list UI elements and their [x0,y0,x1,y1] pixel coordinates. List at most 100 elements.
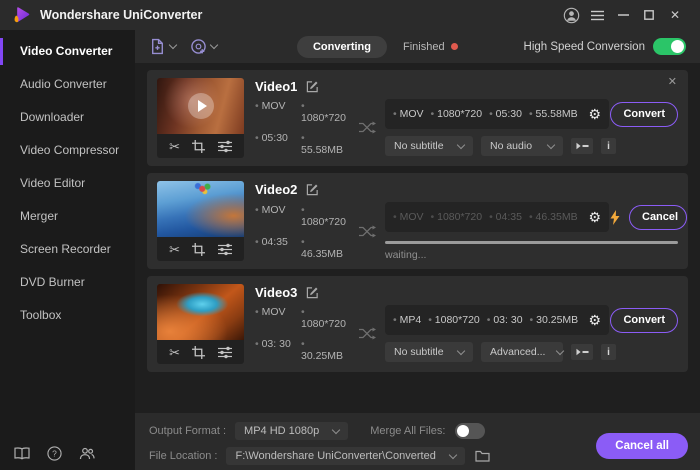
task-row-video3: ✂ Video3 MOV1080*720 [147,276,688,372]
merge-toggle[interactable] [455,423,486,439]
audio-select[interactable]: Advanced... [481,342,565,362]
settings-gear-icon[interactable]: ⚙ [588,107,601,121]
audio-select[interactable]: No audio [481,136,563,156]
sidebar-item-toolbox[interactable]: Toolbox [0,299,135,332]
sidebar-item-screen-recorder[interactable]: Screen Recorder [0,233,135,266]
sidebar-item-video-editor[interactable]: Video Editor [0,167,135,200]
rename-icon[interactable] [306,80,319,93]
file-location-select[interactable]: F:\Wondershare UniConverter\Converted [226,447,465,465]
uniconverter-window: Wondershare UniConverter ✕ Video Convert… [0,0,700,470]
source-info: MOV1080*720 05:3055.58MB [255,100,349,156]
trim-icon[interactable]: ✂ [169,243,180,256]
cancel-button[interactable]: Cancel [629,204,687,230]
community-icon[interactable] [79,447,95,460]
target-format-box[interactable]: MP4 1080*720 03: 30 30.25MB ⚙ [385,305,609,335]
open-folder-icon[interactable] [475,450,490,462]
app-logo-icon [14,7,30,23]
subtitle-select[interactable]: No subtitle [385,342,473,362]
source-info: MOV1080*720 03: 3030.25MB [255,306,349,362]
high-speed-bolt-icon [609,209,621,225]
output-format-select[interactable]: MP4 HD 1080p [235,422,349,440]
sidebar: Video Converter Audio Converter Download… [0,30,135,470]
sidebar-item-video-compressor[interactable]: Video Compressor [0,134,135,167]
video2-thumbnail [157,181,244,237]
merge-all-files-label: Merge All Files: [370,425,446,437]
sidebar-item-dvd-burner[interactable]: DVD Burner [0,266,135,299]
add-from-device-button[interactable] [190,38,219,55]
high-speed-toggle[interactable] [652,38,686,55]
video3-thumbnail [157,284,244,340]
effects-icon[interactable] [217,140,232,153]
subtitle-select[interactable]: No subtitle [385,136,473,156]
progress-bar [385,241,678,244]
task-row-video2: ✂ Video2 MOV1080*720 [147,173,688,269]
menu-icon[interactable] [584,4,610,26]
account-avatar-icon[interactable] [558,4,584,26]
subtitle-editor-icon[interactable] [571,344,593,360]
video-title: Video3 [255,284,298,300]
target-format-box[interactable]: MOV 1080*720 05:30 55.58MB ⚙ [385,99,609,129]
convert-button[interactable]: Convert [610,101,678,127]
status-text: waiting... [385,249,427,261]
sidebar-item-audio-converter[interactable]: Audio Converter [0,68,135,101]
video-title: Video1 [255,78,298,94]
crop-icon[interactable] [192,242,206,256]
maximize-icon[interactable] [636,4,662,26]
close-icon[interactable]: ✕ [662,4,688,26]
trim-icon[interactable]: ✂ [169,346,180,359]
finished-badge [450,43,458,50]
video1-thumbnail [157,78,244,134]
convert-button[interactable]: Convert [610,307,678,333]
thumbnail-block: ✂ [157,181,244,261]
task-tabs: Converting Finished [296,35,458,58]
tab-converting[interactable]: Converting [296,35,387,58]
file-location-label: File Location : [149,450,218,462]
source-info: MOV1080*720 04:3546.35MB [255,204,349,260]
minimize-icon[interactable] [610,4,636,26]
subtitle-editor-icon[interactable] [571,138,593,154]
rename-icon[interactable] [306,183,319,196]
play-icon[interactable] [187,93,214,119]
settings-gear-icon[interactable]: ⚙ [588,210,601,224]
thumbnail-block: ✂ [157,284,244,364]
chevron-down-icon [168,40,178,50]
cancel-all-button[interactable]: Cancel all [596,433,688,459]
video-title: Video2 [255,181,298,197]
chevron-down-icon [209,40,219,50]
thumbnail-block: ✂ [157,78,244,158]
content-area: Converting Finished High Speed Conversio… [135,30,700,470]
thumbnail-toolbar: ✂ [157,134,244,158]
convert-arrow-icon [358,327,376,340]
help-icon[interactable]: ? [47,446,62,461]
high-speed-label: High Speed Conversion [523,40,645,53]
info-icon[interactable]: i [601,344,616,360]
settings-gear-icon[interactable]: ⚙ [588,313,601,327]
convert-arrow-icon [358,121,376,134]
add-files-button[interactable] [149,38,178,55]
tab-finished[interactable]: Finished [403,41,458,53]
user-guide-icon[interactable] [14,447,30,460]
sidebar-item-merger[interactable]: Merger [0,200,135,233]
sidebar-item-downloader[interactable]: Downloader [0,101,135,134]
sidebar-item-video-converter[interactable]: Video Converter [0,35,135,68]
effects-icon[interactable] [217,243,232,256]
info-icon[interactable]: i [601,138,616,154]
rename-icon[interactable] [306,286,319,299]
footer-bar: Output Format : MP4 HD 1080p Merge All F… [135,413,700,470]
remove-task-icon[interactable]: ✕ [668,77,677,88]
effects-icon[interactable] [217,346,232,359]
crop-icon[interactable] [192,139,206,153]
output-format-label: Output Format : [149,425,227,437]
svg-text:?: ? [52,449,57,459]
thumbnail-toolbar: ✂ [157,340,244,364]
target-format-box[interactable]: MOV 1080*720 04:35 46.35MB ⚙ [385,202,609,232]
toolbar: Converting Finished High Speed Conversio… [135,30,700,63]
trim-icon[interactable]: ✂ [169,140,180,153]
task-list: ✂ Video1 MOV1080*720 [135,63,700,413]
sidebar-footer: ? [14,446,95,461]
convert-arrow-icon [358,225,376,238]
app-title: Wondershare UniConverter [40,8,203,22]
thumbnail-toolbar: ✂ [157,237,244,261]
crop-icon[interactable] [192,345,206,359]
high-speed-conversion: High Speed Conversion [524,38,686,55]
